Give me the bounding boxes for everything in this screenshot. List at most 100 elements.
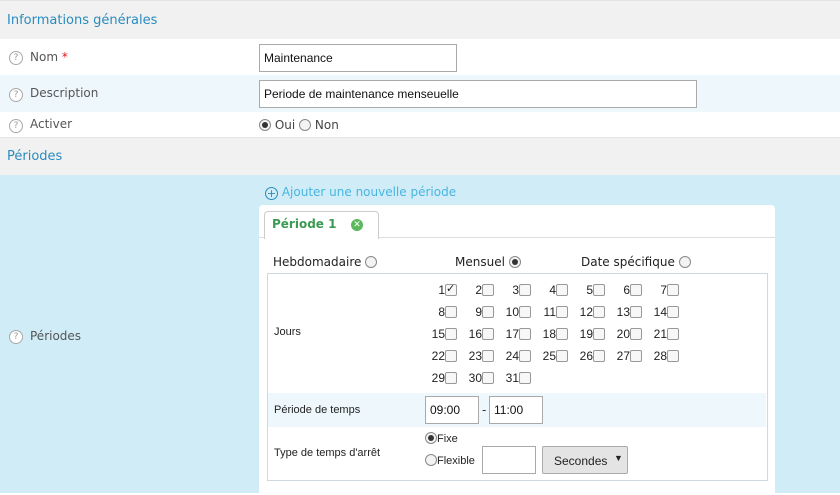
- activate-row: ? Activer Oui Non: [0, 112, 840, 137]
- type-monthly-label: Mensuel: [455, 255, 505, 269]
- day-22-label: 22: [431, 349, 445, 363]
- day-1-checkbox[interactable]: [445, 282, 457, 296]
- downtime-flexible[interactable]: Flexible: [425, 454, 475, 467]
- day-24-checkbox[interactable]: [519, 350, 531, 362]
- help-icon[interactable]: ?: [9, 51, 23, 65]
- day-26-checkbox[interactable]: [593, 350, 605, 362]
- day-19-checkbox[interactable]: [593, 328, 605, 340]
- day-27-label: 27: [616, 349, 630, 363]
- activate-no-radio[interactable]: [299, 119, 312, 131]
- downtime-flexible-label: Flexible: [437, 455, 475, 467]
- day-5-checkbox[interactable]: [593, 284, 605, 296]
- tab-period-1[interactable]: Période 1 ✕: [264, 211, 379, 239]
- day-10-checkbox[interactable]: [519, 306, 531, 318]
- day-17-checkbox[interactable]: [519, 328, 531, 340]
- day-4-label: 4: [549, 283, 556, 297]
- day-3-checkbox[interactable]: [519, 284, 531, 296]
- day-8-label: 8: [438, 305, 445, 319]
- day-11-checkbox[interactable]: [556, 306, 568, 318]
- day-7-label: 7: [660, 283, 667, 297]
- help-icon[interactable]: ?: [9, 119, 23, 133]
- day-25-label: 25: [542, 349, 556, 363]
- day-10-label: 10: [505, 305, 519, 319]
- day-4-checkbox[interactable]: [556, 284, 568, 296]
- day-31-checkbox[interactable]: [519, 372, 531, 384]
- day-3-label: 3: [512, 283, 519, 297]
- day-19-label: 19: [579, 327, 593, 341]
- day-28-checkbox[interactable]: [667, 350, 679, 362]
- downtime-fixed[interactable]: Fixe: [425, 432, 458, 445]
- day-2-label: 2: [475, 283, 482, 297]
- description-input[interactable]: Periode de maintenance menseuelle: [259, 80, 697, 108]
- type-specific-radio[interactable]: [678, 256, 691, 268]
- day-13-label: 13: [616, 305, 630, 319]
- day-16-label: 16: [468, 327, 482, 341]
- day-29-checkbox[interactable]: [445, 372, 457, 384]
- downtime-fixed-label: Fixe: [437, 433, 458, 445]
- day-13-checkbox[interactable]: [630, 306, 642, 318]
- duration-unit-select[interactable]: Secondes ▼: [542, 446, 628, 474]
- day-15-label: 15: [431, 327, 445, 341]
- periods-row-label: Périodes: [30, 329, 82, 343]
- day-20-checkbox[interactable]: [630, 328, 642, 340]
- day-9-checkbox[interactable]: [482, 306, 494, 318]
- day-8-checkbox[interactable]: [445, 306, 457, 318]
- type-specific[interactable]: Date spécifique: [581, 255, 691, 269]
- day-7-checkbox[interactable]: [667, 284, 679, 296]
- type-weekly-radio[interactable]: [365, 256, 378, 268]
- day-27-checkbox[interactable]: [630, 350, 642, 362]
- duration-input[interactable]: [482, 446, 536, 474]
- type-monthly-radio[interactable]: [508, 256, 521, 268]
- downtime-fixed-radio[interactable]: [425, 432, 437, 444]
- day-6-label: 6: [623, 283, 630, 297]
- duration-unit-value: Secondes: [554, 454, 608, 468]
- day-18-checkbox[interactable]: [556, 328, 568, 340]
- day-12-checkbox[interactable]: [593, 306, 605, 318]
- tab-period-1-label: Période 1: [272, 217, 337, 231]
- day-2-checkbox[interactable]: [482, 284, 494, 296]
- downtime-flexible-radio[interactable]: [425, 454, 437, 466]
- day-15-checkbox[interactable]: [445, 328, 457, 340]
- day-29-label: 29: [431, 371, 445, 385]
- add-period-link[interactable]: + Ajouter une nouvelle période: [265, 185, 456, 200]
- day-28-label: 28: [653, 349, 667, 363]
- day-16-checkbox[interactable]: [482, 328, 494, 340]
- day-1-label: 1: [438, 283, 445, 297]
- day-14-checkbox[interactable]: [667, 306, 679, 318]
- remove-period-icon[interactable]: ✕: [351, 219, 363, 231]
- time-label: Période de temps: [274, 404, 361, 416]
- help-icon[interactable]: ?: [9, 88, 23, 102]
- day-20-label: 20: [616, 327, 630, 341]
- time-separator: -: [482, 403, 487, 417]
- day-9-label: 9: [475, 305, 482, 319]
- day-22-checkbox[interactable]: [445, 350, 457, 362]
- dropdown-arrow-icon: ▼: [614, 453, 623, 463]
- day-6-checkbox[interactable]: [630, 284, 642, 296]
- day-21-checkbox[interactable]: [667, 328, 679, 340]
- day-5-label: 5: [586, 283, 593, 297]
- help-icon[interactable]: ?: [9, 330, 23, 344]
- day-14-label: 14: [653, 305, 667, 319]
- day-25-checkbox[interactable]: [556, 350, 568, 362]
- required-mark: *: [61, 50, 68, 64]
- day-24-label: 24: [505, 349, 519, 363]
- day-21-label: 21: [653, 327, 667, 341]
- day-23-checkbox[interactable]: [482, 350, 494, 362]
- downtime-label: Type de temps d'arrêt: [274, 447, 381, 459]
- type-monthly[interactable]: Mensuel: [455, 255, 521, 269]
- periods-section-header: Périodes: [0, 137, 840, 176]
- type-weekly[interactable]: Hebdomadaire: [273, 255, 378, 269]
- day-11-label: 11: [543, 305, 556, 319]
- general-section-title: Informations générales: [7, 13, 158, 28]
- activate-yes-radio[interactable]: [259, 119, 271, 131]
- activate-label: Activer: [30, 117, 73, 131]
- day-17-label: 17: [505, 327, 519, 341]
- time-start-input[interactable]: 09:00: [425, 396, 479, 424]
- type-weekly-label: Hebdomadaire: [273, 255, 362, 269]
- periods-section-title: Périodes: [7, 149, 63, 164]
- name-input[interactable]: Maintenance: [259, 44, 457, 72]
- day-30-checkbox[interactable]: [482, 372, 494, 384]
- activate-yes-label: Oui: [274, 118, 296, 132]
- day-12-label: 12: [579, 305, 593, 319]
- time-end-input[interactable]: 11:00: [489, 396, 543, 424]
